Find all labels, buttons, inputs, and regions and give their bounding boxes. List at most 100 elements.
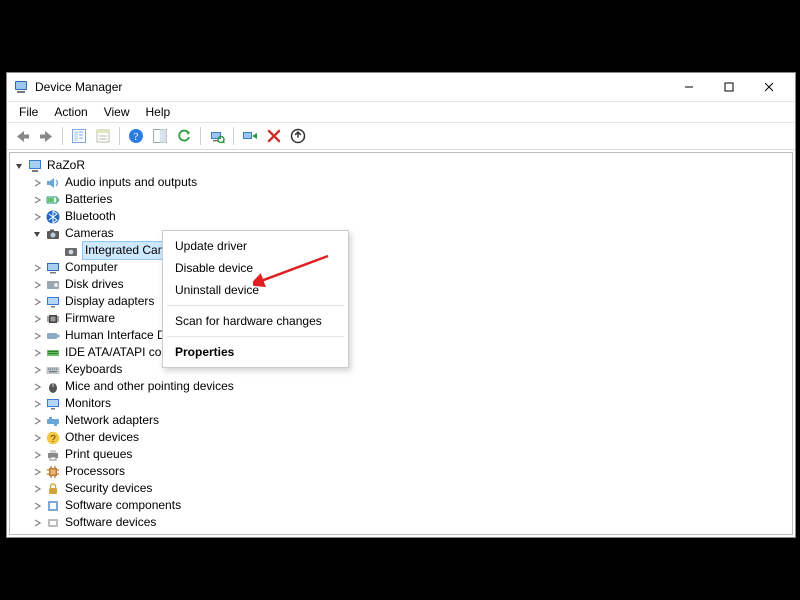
category-display-adapters[interactable]: Display adapters [12, 293, 790, 310]
toolbar-separator [200, 127, 201, 145]
chevron-right-icon[interactable] [30, 448, 44, 462]
ctx-properties[interactable]: Properties [163, 341, 348, 363]
category-software-components[interactable]: Software components [12, 497, 790, 514]
toolbar-separator [62, 127, 63, 145]
computer-icon [45, 260, 61, 276]
chevron-right-icon[interactable] [30, 193, 44, 207]
menu-file[interactable]: File [11, 104, 46, 120]
chevron-right-icon[interactable] [30, 397, 44, 411]
show-tree-button[interactable] [68, 125, 90, 147]
mouse-icon [45, 379, 61, 395]
scan-hardware-button[interactable] [206, 125, 228, 147]
chevron-right-icon[interactable] [30, 329, 44, 343]
category-processors[interactable]: Processors [12, 463, 790, 480]
category-label: Network adapters [65, 412, 159, 429]
device-integrated-camera[interactable]: Integrated Camera [12, 242, 790, 259]
update-driver-button[interactable] [287, 125, 309, 147]
menu-action[interactable]: Action [46, 104, 95, 120]
action-pane-button[interactable] [149, 125, 171, 147]
device-tree-pane[interactable]: RaZoR Audio inputs and outputs Batteries… [9, 152, 793, 535]
tree-root-node[interactable]: RaZoR [12, 157, 790, 174]
lock-icon [45, 481, 61, 497]
chevron-down-icon[interactable] [30, 227, 44, 241]
disable-device-button[interactable] [263, 125, 285, 147]
category-mice[interactable]: Mice and other pointing devices [12, 378, 790, 395]
software-device-icon [45, 515, 61, 531]
cpu-icon [45, 464, 61, 480]
ctx-scan-hardware[interactable]: Scan for hardware changes [163, 310, 348, 332]
computer-icon [27, 158, 43, 174]
chevron-down-icon[interactable] [12, 159, 26, 173]
category-security[interactable]: Security devices [12, 480, 790, 497]
category-bluetooth[interactable]: Bluetooth [12, 208, 790, 225]
chevron-right-icon[interactable] [30, 176, 44, 190]
chevron-right-icon[interactable] [30, 295, 44, 309]
hid-icon [45, 328, 61, 344]
category-label: Software components [65, 497, 181, 514]
category-disk-drives[interactable]: Disk drives [12, 276, 790, 293]
category-print-queues[interactable]: Print queues [12, 446, 790, 463]
chevron-right-icon[interactable] [30, 499, 44, 513]
display-icon [45, 294, 61, 310]
unknown-device-icon: ? [45, 430, 61, 446]
chevron-right-icon[interactable] [30, 346, 44, 360]
category-label: Other devices [65, 429, 139, 446]
back-button[interactable] [11, 125, 33, 147]
sound-icon [45, 532, 61, 536]
minimize-button[interactable] [669, 73, 709, 101]
properties-button[interactable] [92, 125, 114, 147]
chevron-right-icon[interactable] [30, 278, 44, 292]
chevron-right-icon[interactable] [30, 210, 44, 224]
chevron-right-icon[interactable] [30, 431, 44, 445]
svg-text:?: ? [50, 434, 56, 445]
chevron-right-icon[interactable] [30, 261, 44, 275]
category-network[interactable]: Network adapters [12, 412, 790, 429]
enable-device-button[interactable] [239, 125, 261, 147]
menu-help[interactable]: Help [138, 104, 179, 120]
menu-separator [167, 305, 344, 306]
maximize-button[interactable] [709, 73, 749, 101]
chevron-right-icon[interactable] [30, 380, 44, 394]
category-hid[interactable]: Human Interface Devi [12, 327, 790, 344]
category-label: Security devices [65, 480, 152, 497]
menu-view[interactable]: View [96, 104, 138, 120]
category-monitors[interactable]: Monitors [12, 395, 790, 412]
category-sound[interactable]: Sound, video and game controllers [12, 531, 790, 535]
category-ide[interactable]: IDE ATA/ATAPI controll [12, 344, 790, 361]
category-computer[interactable]: Computer [12, 259, 790, 276]
chevron-right-icon[interactable] [30, 363, 44, 377]
ctx-update-driver[interactable]: Update driver [163, 235, 348, 257]
component-icon [45, 498, 61, 514]
refresh-button[interactable] [173, 125, 195, 147]
ctx-uninstall-device[interactable]: Uninstall device [163, 279, 348, 301]
keyboard-icon [45, 362, 61, 378]
category-software-devices[interactable]: Software devices [12, 514, 790, 531]
category-keyboards[interactable]: Keyboards [12, 361, 790, 378]
category-label: Keyboards [65, 361, 122, 378]
category-label: Processors [65, 463, 125, 480]
context-menu: Update driver Disable device Uninstall d… [162, 230, 349, 368]
category-label: Bluetooth [65, 208, 116, 225]
app-icon [13, 79, 29, 95]
tree-root-label: RaZoR [47, 157, 85, 174]
close-button[interactable] [749, 73, 789, 101]
category-label: Batteries [65, 191, 112, 208]
chevron-right-icon[interactable] [30, 516, 44, 530]
category-label: Monitors [65, 395, 111, 412]
category-other[interactable]: ? Other devices [12, 429, 790, 446]
chevron-right-icon[interactable] [30, 312, 44, 326]
ctx-disable-device[interactable]: Disable device [163, 257, 348, 279]
chevron-right-icon[interactable] [30, 533, 44, 536]
category-batteries[interactable]: Batteries [12, 191, 790, 208]
category-label: Mice and other pointing devices [65, 378, 234, 395]
forward-button[interactable] [35, 125, 57, 147]
category-cameras[interactable]: Cameras [12, 225, 790, 242]
chevron-right-icon[interactable] [30, 414, 44, 428]
category-firmware[interactable]: Firmware [12, 310, 790, 327]
help-button[interactable]: ? [125, 125, 147, 147]
category-label: Print queues [65, 446, 132, 463]
category-label: Cameras [65, 225, 114, 242]
category-audio[interactable]: Audio inputs and outputs [12, 174, 790, 191]
chevron-right-icon[interactable] [30, 465, 44, 479]
chevron-right-icon[interactable] [30, 482, 44, 496]
